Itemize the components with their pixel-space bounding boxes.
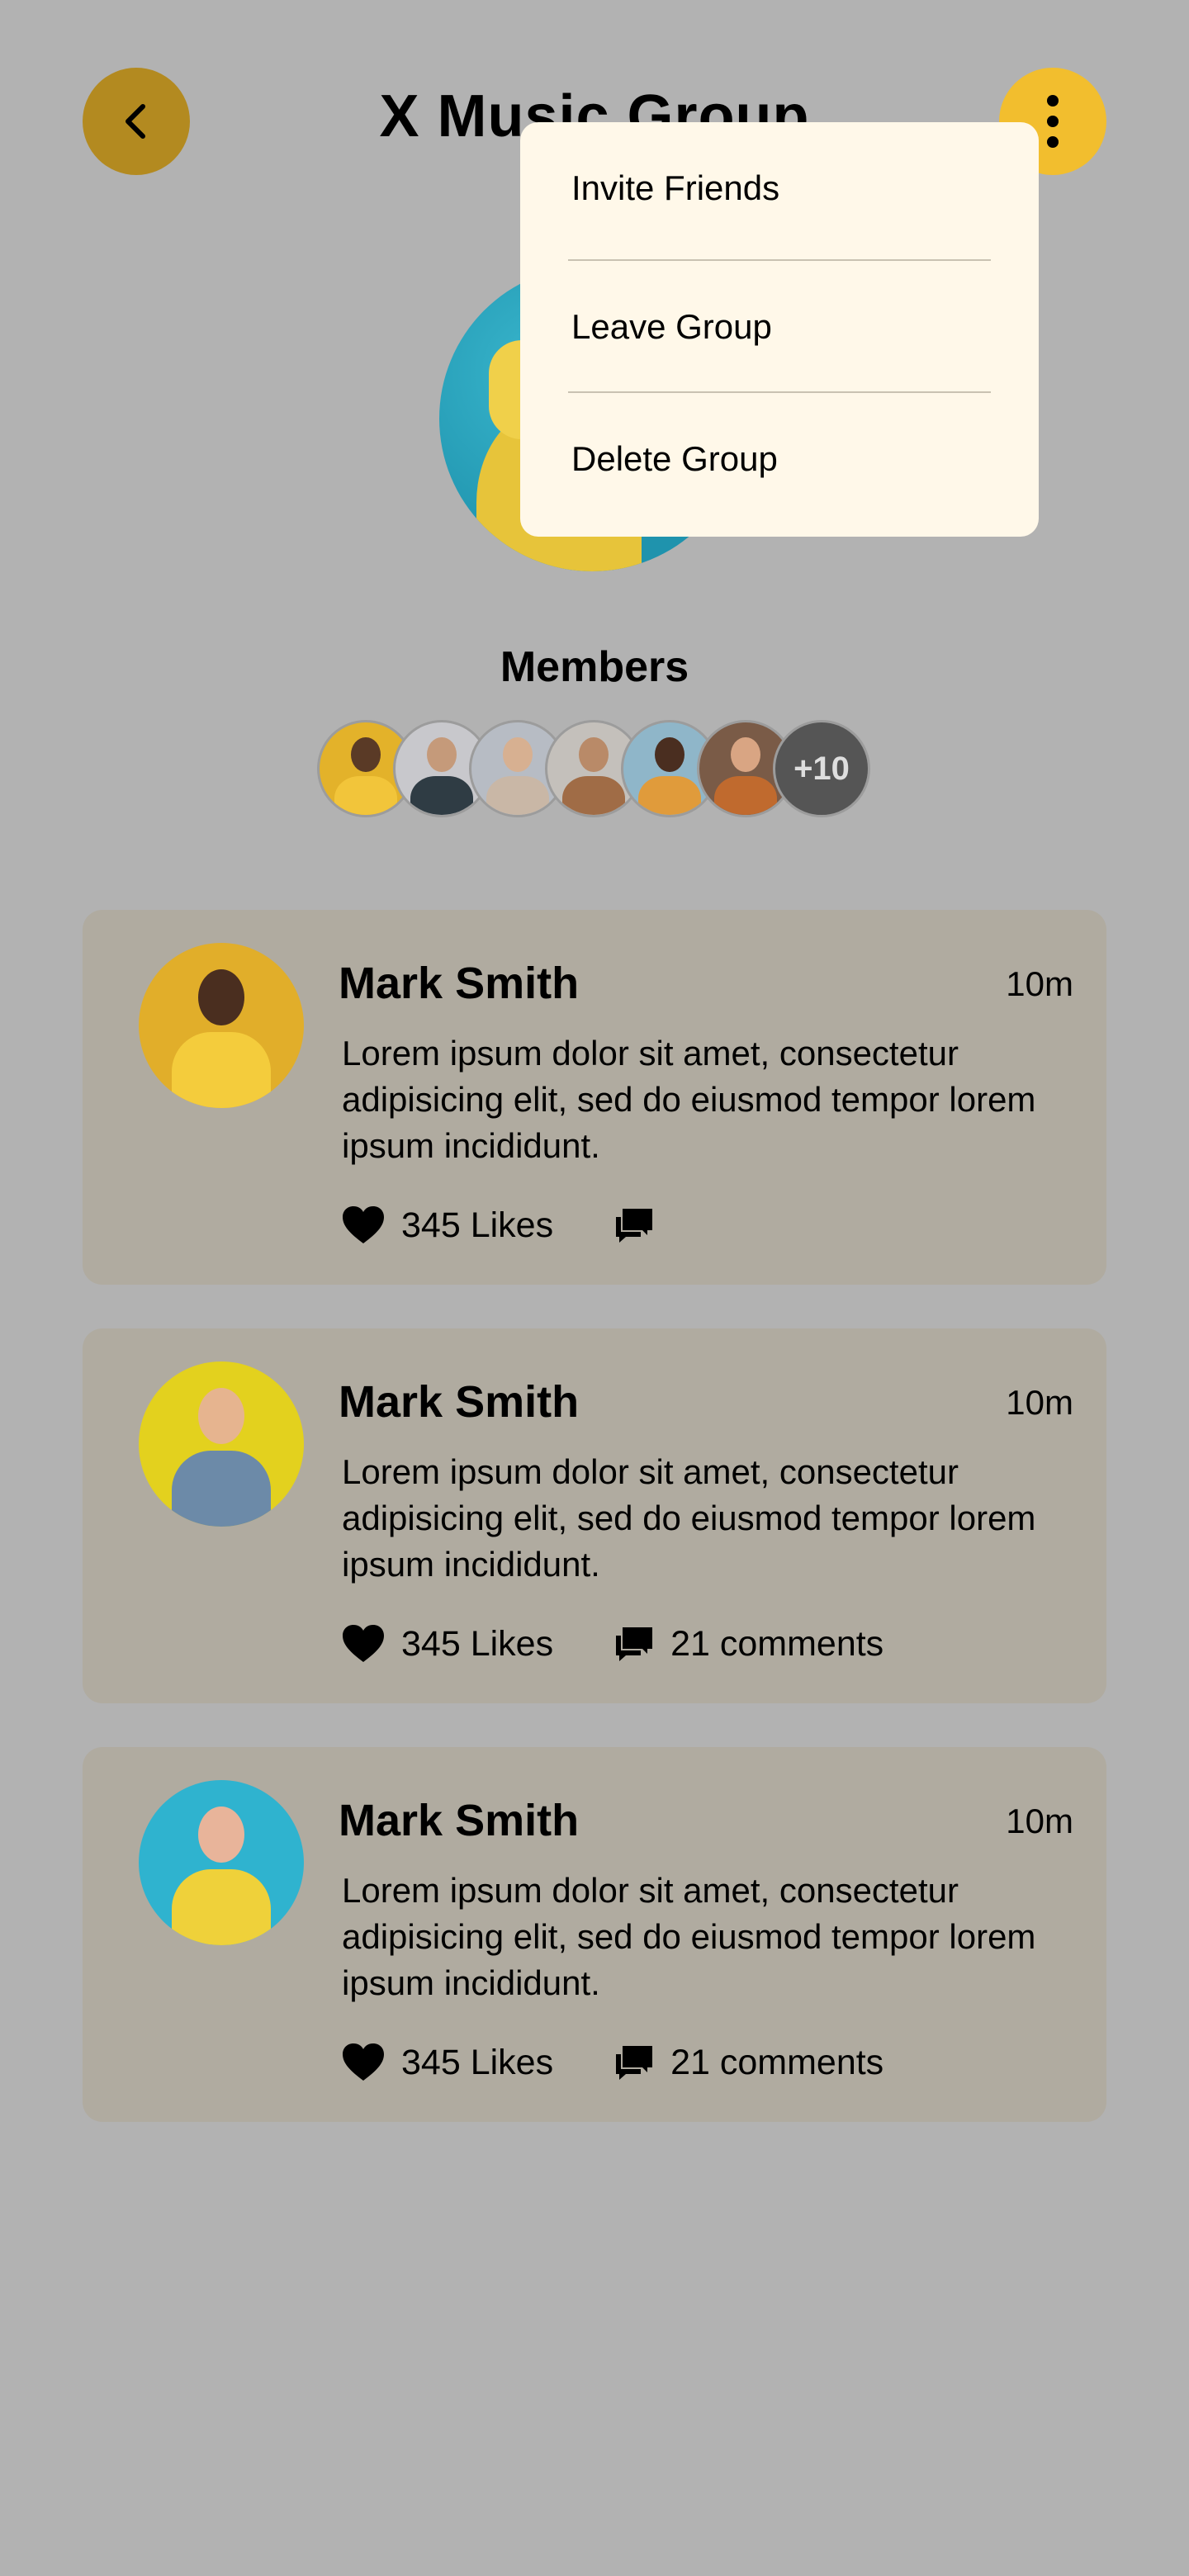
menu-item-label: Leave Group [571, 307, 772, 346]
post-time: 10m [1006, 1383, 1073, 1422]
heart-icon [343, 1625, 384, 1662]
comment-count: 21 comments [670, 2042, 884, 2082]
menu-item-leave-group[interactable]: Leave Group [570, 261, 991, 393]
post-actions: 345 Likes 21 comments [342, 2038, 883, 2087]
like-count: 345 Likes [401, 1623, 554, 1664]
menu-item-invite-friends[interactable]: Invite Friends [570, 122, 991, 254]
post-card: Mark Smith 10m Lorem ipsum dolor sit ame… [83, 1747, 1106, 2122]
post-time: 10m [1006, 1802, 1073, 1840]
members-list: +10 [317, 720, 879, 821]
like-count: 345 Likes [401, 2042, 554, 2082]
post-author[interactable]: Mark Smith [339, 1795, 579, 1846]
comment-count: 21 comments [670, 1623, 884, 1664]
post-actions: 345 Likes 21 comments [342, 1619, 883, 1669]
like-button[interactable]: 345 Likes [342, 1205, 553, 1246]
comment-button[interactable] [614, 1207, 670, 1243]
post-time: 10m [1006, 964, 1073, 1003]
comment-icon [616, 1627, 653, 1661]
like-button[interactable]: 345 Likes [342, 2043, 553, 2083]
post-text: Lorem ipsum dolor sit amet, consectetur … [342, 1034, 1036, 1165]
heart-icon [343, 2043, 384, 2081]
post-card: Mark Smith 10m Lorem ipsum dolor sit ame… [83, 1328, 1106, 1703]
more-vertical-icon [1047, 95, 1059, 148]
comment-button[interactable]: 21 comments [614, 1624, 883, 1664]
members-title: Members [500, 643, 689, 691]
like-count: 345 Likes [401, 1205, 554, 1245]
post-text: Lorem ipsum dolor sit amet, consectetur … [342, 1871, 1036, 2002]
post-card: Mark Smith 10m Lorem ipsum dolor sit ame… [83, 910, 1106, 1285]
heart-icon [343, 1206, 384, 1243]
post-author[interactable]: Mark Smith [339, 1376, 579, 1428]
options-menu: Invite Friends Leave Group Delete Group [520, 122, 1039, 537]
menu-item-delete-group[interactable]: Delete Group [570, 393, 991, 525]
post-actions: 345 Likes [342, 1200, 670, 1250]
like-button[interactable]: 345 Likes [342, 1624, 553, 1664]
comment-icon [616, 1209, 653, 1243]
post-author[interactable]: Mark Smith [339, 958, 579, 1009]
menu-item-label: Invite Friends [571, 168, 780, 207]
post-text: Lorem ipsum dolor sit amet, consectetur … [342, 1452, 1036, 1584]
comment-button[interactable]: 21 comments [614, 2043, 883, 2083]
post-avatar[interactable] [139, 1361, 304, 1527]
post-avatar[interactable] [139, 1780, 304, 1945]
post-avatar[interactable] [139, 943, 304, 1108]
more-members-count[interactable]: +10 [773, 720, 870, 817]
comment-icon [616, 2046, 653, 2080]
menu-item-label: Delete Group [571, 439, 778, 478]
